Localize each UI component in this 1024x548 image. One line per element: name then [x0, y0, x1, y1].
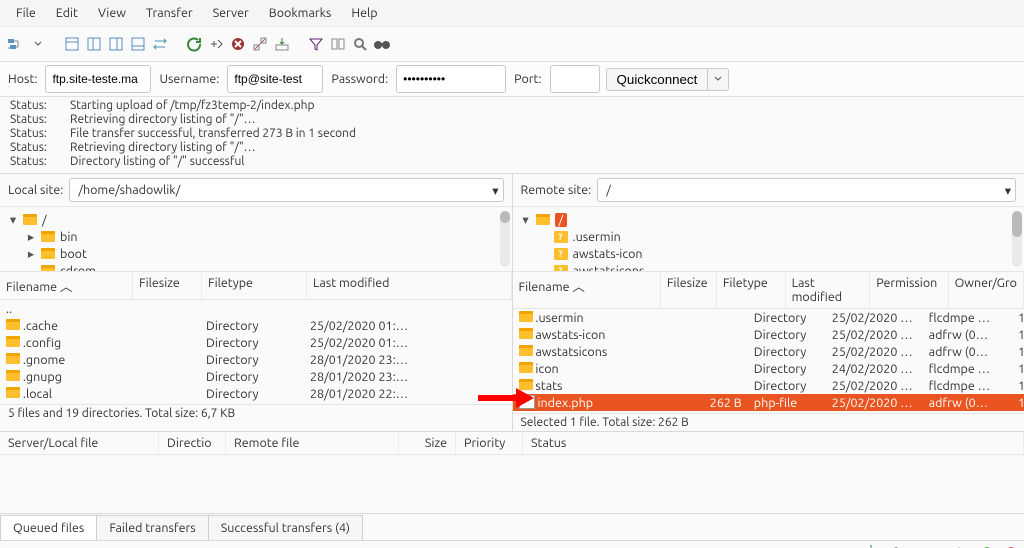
menu-edit[interactable]: Edit	[46, 3, 88, 23]
remote-tree[interactable]: ▾/ ?.usermin ?awstats-icon ?awstatsicons	[513, 207, 1024, 271]
unknown-folder-icon: ?	[554, 265, 568, 272]
process-queue-icon[interactable]	[206, 34, 226, 54]
message-log[interactable]: Status:Starting upload of /tmp/fz3temp-2…	[0, 97, 1024, 174]
menu-file[interactable]: File	[6, 3, 46, 23]
folder-icon	[519, 328, 533, 339]
tab-success[interactable]: Successful transfers (4)	[208, 515, 363, 540]
binoculars-icon[interactable]	[372, 34, 392, 54]
list-item: .gnomeDirectory28/01/2020 23:…	[0, 351, 512, 368]
toggle-remote-tree-icon[interactable]	[106, 34, 126, 54]
host-label: Host:	[6, 72, 39, 86]
list-item: .configDirectory25/02/2020 01:…	[0, 334, 512, 351]
local-site-label: Local site:	[8, 183, 63, 197]
reconnect-icon[interactable]	[272, 34, 292, 54]
tab-failed[interactable]: Failed transfers	[96, 515, 208, 540]
list-item: .localDirectory28/01/2020 22:…	[0, 385, 512, 402]
folder-icon	[519, 345, 533, 356]
search-icon[interactable]	[350, 34, 370, 54]
tab-queued[interactable]: Queued files	[0, 515, 97, 540]
local-pane: Local site: /home/shadowlik/ ▾ ▾/ ▸bin ▸…	[0, 174, 513, 431]
folder-icon	[519, 362, 533, 373]
folder-icon	[6, 387, 20, 398]
cancel-icon[interactable]	[228, 34, 248, 54]
username-label: Username:	[157, 72, 221, 86]
port-label: Port:	[512, 72, 543, 86]
list-item: awstatsiconsDirectory25/02/2020 …adfrw (…	[513, 343, 1024, 360]
filter-icon[interactable]	[306, 34, 326, 54]
list-item: awstats-iconDirectory25/02/2020 …adfrw (…	[513, 326, 1024, 343]
remote-file-list[interactable]: .userminDirectory25/02/2020 …flcdmpe …10…	[513, 309, 1024, 413]
quickconnect-dropdown[interactable]	[708, 68, 729, 91]
local-file-list[interactable]: .. .cacheDirectory25/02/2020 01:… .confi…	[0, 300, 512, 404]
folder-icon	[41, 265, 55, 271]
unknown-folder-icon: ?	[554, 248, 568, 260]
quickconnect-bar: Host: Username: Password: Port: Quickcon…	[0, 62, 1024, 97]
status-bar: Queue: empty	[0, 540, 1024, 548]
queue-list[interactable]	[0, 455, 1024, 513]
remote-pane: Remote site: / ▾ ▾/ ?.usermin ?awstats-i…	[513, 174, 1024, 431]
toggle-log-icon[interactable]	[62, 34, 82, 54]
chevron-down-icon[interactable]: ▾	[1005, 183, 1011, 198]
list-item: .gnupgDirectory28/01/2020 23:…	[0, 368, 512, 385]
scrollbar-thumb[interactable]	[1012, 211, 1022, 237]
refresh-icon[interactable]	[184, 34, 204, 54]
folder-icon	[6, 353, 20, 364]
folder-icon	[536, 214, 550, 225]
file-icon	[519, 395, 535, 409]
remote-summary: Selected 1 file. Total size: 262 B	[513, 413, 1024, 431]
toggle-local-tree-icon[interactable]	[84, 34, 104, 54]
menu-server[interactable]: Server	[203, 3, 259, 23]
remote-site-label: Remote site:	[521, 183, 592, 197]
chevron-down-icon[interactable]: ▾	[492, 183, 498, 198]
list-item: ..	[0, 300, 512, 317]
password-label: Password:	[329, 72, 390, 86]
compare-icon[interactable]	[328, 34, 348, 54]
list-item: statsDirectory25/02/2020 …flcdmpe …1000 …	[513, 377, 1024, 394]
folder-icon	[6, 319, 20, 330]
host-input[interactable]	[45, 65, 151, 93]
menu-transfer[interactable]: Transfer	[136, 3, 203, 23]
list-item-selected: index.php262 Bphp-file25/02/2020 …adfrw …	[513, 394, 1024, 411]
disconnect-icon[interactable]	[250, 34, 270, 54]
quickconnect-button[interactable]: Quickconnect	[606, 68, 709, 91]
menu-help[interactable]: Help	[341, 3, 387, 23]
folder-icon	[519, 379, 533, 390]
list-item: iconDirectory24/02/2020 …flcdmpe …1000 1…	[513, 360, 1024, 377]
queue-tabs: Queued files Failed transfers Successful…	[0, 513, 1024, 540]
scrollbar-thumb[interactable]	[500, 211, 510, 223]
list-item: .userminDirectory25/02/2020 …flcdmpe …10…	[513, 309, 1024, 326]
menu-bar: File Edit View Transfer Server Bookmarks…	[0, 0, 1024, 27]
local-tree[interactable]: ▾/ ▸bin ▸boot cdrom	[0, 207, 512, 271]
folder-icon	[519, 311, 533, 322]
site-manager-icon[interactable]	[6, 34, 26, 54]
port-input[interactable]	[550, 65, 600, 93]
folder-icon	[23, 214, 37, 225]
sync-browse-icon[interactable]	[150, 34, 170, 54]
folder-icon	[6, 336, 20, 347]
remote-site-input[interactable]: / ▾	[597, 178, 1016, 202]
folder-icon	[41, 248, 55, 259]
toggle-queue-icon[interactable]	[128, 34, 148, 54]
queue-header[interactable]: Server/Local file Directio Remote file S…	[0, 432, 1024, 455]
local-summary: 5 files and 19 directories. Total size: …	[0, 404, 512, 422]
menu-view[interactable]: View	[88, 3, 136, 23]
username-input[interactable]	[227, 65, 323, 93]
local-list-header[interactable]: Filename ︿ Filesize Filetype Last modifi…	[0, 271, 512, 300]
folder-icon	[6, 370, 20, 381]
password-input[interactable]	[396, 65, 506, 93]
folder-icon	[41, 231, 55, 242]
local-site-input[interactable]: /home/shadowlik/ ▾	[69, 178, 503, 202]
list-item: .cacheDirectory25/02/2020 01:…	[0, 317, 512, 334]
dropdown-caret-icon[interactable]	[28, 34, 48, 54]
menu-bookmarks[interactable]: Bookmarks	[259, 3, 342, 23]
tool-bar	[0, 27, 1024, 62]
unknown-folder-icon: ?	[554, 231, 568, 243]
remote-list-header[interactable]: Filename ︿ Filesize Filetype Last modifi…	[513, 271, 1024, 309]
